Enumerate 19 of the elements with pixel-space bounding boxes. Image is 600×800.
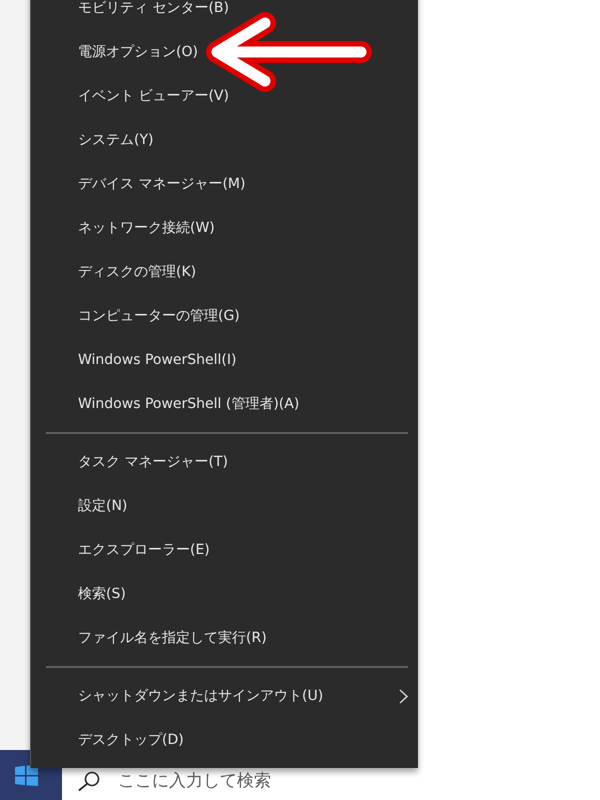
menu-item[interactable]: コンピューターの管理(G)	[31, 294, 418, 338]
menu-item[interactable]: 検索(S)	[31, 572, 418, 616]
menu-item[interactable]: タスク マネージャー(T)	[31, 440, 418, 484]
menu-item[interactable]: シャットダウンまたはサインアウト(U)	[31, 674, 418, 718]
menu-item[interactable]: 電源オプション(O)	[31, 30, 418, 74]
menu-item[interactable]: イベント ビューアー(V)	[31, 74, 418, 118]
menu-item[interactable]: デスクトップ(D)	[31, 718, 418, 762]
menu-item[interactable]: ファイル名を指定して実行(R)	[31, 616, 418, 660]
menu-item[interactable]: Windows PowerShell (管理者)(A)	[31, 382, 418, 426]
menu-item[interactable]: デバイス マネージャー(M)	[31, 162, 418, 206]
menu-item[interactable]: エクスプローラー(E)	[31, 528, 418, 572]
menu-item[interactable]: ネットワーク接続(W)	[31, 206, 418, 250]
menu-item[interactable]: モビリティ センター(B)	[31, 0, 418, 30]
menu-item[interactable]: システム(Y)	[31, 118, 418, 162]
menu-item[interactable]: ディスクの管理(K)	[31, 250, 418, 294]
search-icon	[78, 771, 100, 791]
menu-item[interactable]: 設定(N)	[31, 484, 418, 528]
windows-logo-icon	[15, 764, 38, 786]
menu-item[interactable]: Windows PowerShell(I)	[31, 338, 418, 382]
